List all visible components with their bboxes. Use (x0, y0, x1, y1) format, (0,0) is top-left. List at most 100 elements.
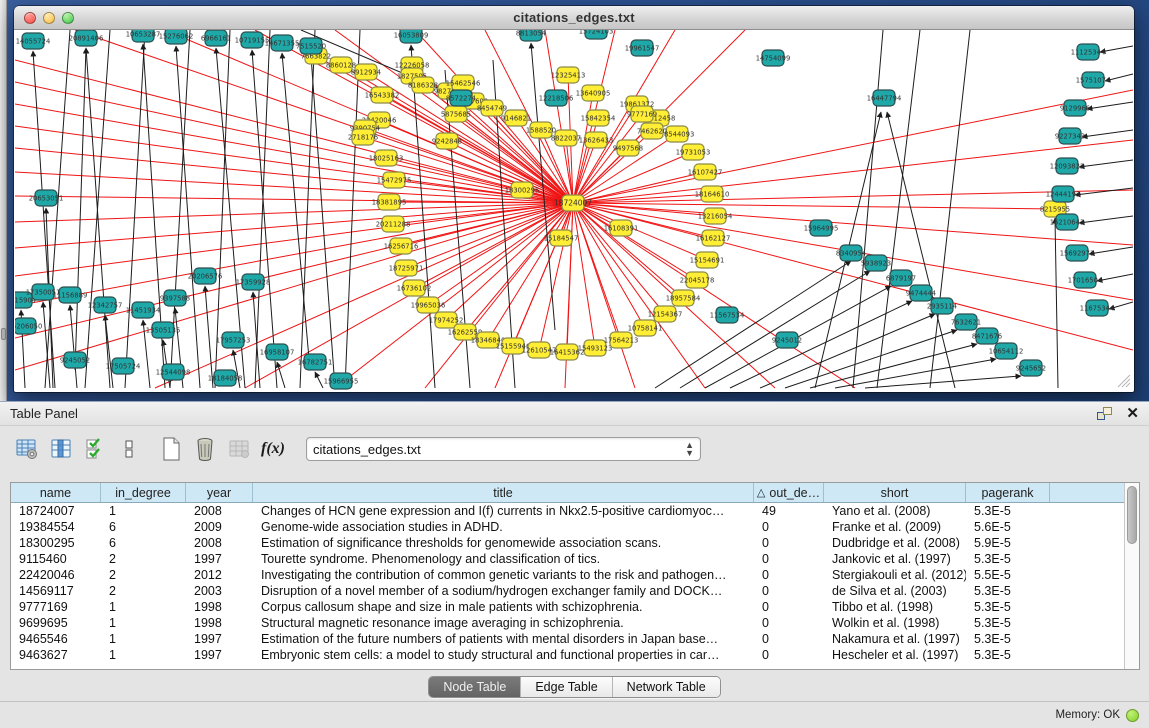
table-cell[interactable]: 9463627 (11, 647, 101, 663)
delete-table-icon[interactable] (224, 434, 254, 464)
table-cell[interactable]: 5.6E-5 (966, 519, 1050, 535)
select-all-icon[interactable] (80, 434, 110, 464)
table-cell[interactable]: 0 (754, 583, 824, 599)
vertical-scrollbar[interactable] (1124, 483, 1139, 669)
table-cell[interactable]: 1997 (186, 551, 253, 567)
column-header-year[interactable]: year (186, 483, 253, 502)
scrollbar-thumb[interactable] (1127, 486, 1137, 544)
tab-node-table[interactable]: Node Table (429, 677, 521, 697)
table-cell[interactable]: 5.3E-5 (966, 583, 1050, 599)
table-cell[interactable]: 2 (101, 567, 186, 583)
table-row[interactable]: 2242004622012Investigating the contribut… (11, 567, 1124, 583)
table-cell[interactable]: 6 (101, 535, 186, 551)
column-header-title[interactable]: title (253, 483, 754, 502)
table-row[interactable]: 1938455462009Genome-wide association stu… (11, 519, 1124, 535)
column-header-short[interactable]: short (824, 483, 966, 502)
table-cell[interactable]: 0 (754, 599, 824, 615)
resize-grip-icon[interactable] (1115, 372, 1131, 388)
table-cell[interactable]: 1998 (186, 599, 253, 615)
column-header-in_degree[interactable]: in_degree (101, 483, 186, 502)
tab-edge-table[interactable]: Edge Table (521, 677, 612, 697)
table-cell[interactable]: Estimation of significance thresholds fo… (253, 535, 754, 551)
table-cell[interactable]: 9699695 (11, 615, 101, 631)
table-cell[interactable]: 5.3E-5 (966, 647, 1050, 663)
table-cell[interactable]: 5.3E-5 (966, 615, 1050, 631)
table-cell[interactable]: Disruption of a novel member of a sodium… (253, 583, 754, 599)
function-builder-icon[interactable]: f(x) (258, 434, 288, 464)
table-cell[interactable]: 0 (754, 551, 824, 567)
table-cell[interactable]: 1 (101, 631, 186, 647)
table-cell[interactable]: 1998 (186, 615, 253, 631)
table-cell[interactable]: 1 (101, 615, 186, 631)
table-cell[interactable]: 0 (754, 535, 824, 551)
column-visibility-icon[interactable] (46, 434, 76, 464)
table-cell[interactable]: 2 (101, 551, 186, 567)
table-cell[interactable]: 2008 (186, 503, 253, 519)
table-cell[interactable]: Estimation of the future numbers of pati… (253, 631, 754, 647)
table-cell[interactable]: 2012 (186, 567, 253, 583)
table-cell[interactable]: Dudbridge et al. (2008) (824, 535, 966, 551)
table-cell[interactable]: Tibbo et al. (1998) (824, 599, 966, 615)
table-cell[interactable]: Corpus callosum shape and size in male p… (253, 599, 754, 615)
table-row[interactable]: 1872400712008Changes of HCN gene express… (11, 503, 1124, 519)
row-height-icon[interactable] (114, 434, 144, 464)
table-cell[interactable]: 5.3E-5 (966, 503, 1050, 519)
network-view-window[interactable]: citations_edges.txt 76638228860128891293… (14, 6, 1134, 392)
table-row[interactable]: 946362711997Embryonic stem cells: a mode… (11, 647, 1124, 663)
table-cell[interactable]: 2009 (186, 519, 253, 535)
network-canvas[interactable]: 7663822886012889129341222605818275051654… (15, 30, 1133, 390)
table-cell[interactable]: 1 (101, 647, 186, 663)
table-cell[interactable]: de Silva et al. (2003) (824, 583, 966, 599)
table-selector-dropdown[interactable]: citations_edges.txt ▲▼ (306, 437, 701, 461)
table-cell[interactable]: 2 (101, 583, 186, 599)
table-cell[interactable]: Nakamura et al. (1997) (824, 631, 966, 647)
table-cell[interactable]: 2003 (186, 583, 253, 599)
delete-column-icon[interactable] (190, 434, 220, 464)
table-cell[interactable]: 0 (754, 567, 824, 583)
node-table-grid[interactable]: namein_degreeyeartitle△out_de…shortpager… (11, 483, 1124, 669)
close-panel-icon[interactable]: ✕ (1126, 406, 1139, 421)
table-cell[interactable]: 0 (754, 631, 824, 647)
table-cell[interactable]: Investigating the contribution of common… (253, 567, 754, 583)
table-row[interactable]: 977716911998Corpus callosum shape and si… (11, 599, 1124, 615)
table-cell[interactable]: 5.9E-5 (966, 535, 1050, 551)
table-cell[interactable]: Stergiakouli et al. (2012) (824, 567, 966, 583)
table-cell[interactable]: Hescheler et al. (1997) (824, 647, 966, 663)
tab-network-table[interactable]: Network Table (613, 677, 720, 697)
table-cell[interactable]: Yano et al. (2008) (824, 503, 966, 519)
table-cell[interactable]: 19384554 (11, 519, 101, 535)
window-titlebar[interactable]: citations_edges.txt (14, 6, 1134, 30)
table-cell[interactable]: 49 (754, 503, 824, 519)
citation-network-graph[interactable]: 7663822886012889129341222605818275051654… (15, 30, 1133, 390)
float-panel-icon[interactable] (1097, 407, 1112, 420)
table-cell[interactable]: 1 (101, 599, 186, 615)
table-cell[interactable]: 1 (101, 503, 186, 519)
table-cell[interactable]: 5.5E-5 (966, 567, 1050, 583)
table-cell[interactable]: 2008 (186, 535, 253, 551)
table-cell[interactable]: 14569117 (11, 583, 101, 599)
table-cell[interactable]: 0 (754, 615, 824, 631)
table-row[interactable]: 1456911722003Disruption of a novel membe… (11, 583, 1124, 599)
table-cell[interactable]: 0 (754, 647, 824, 663)
table-cell[interactable]: Franke et al. (2009) (824, 519, 966, 535)
table-cell[interactable]: 5.3E-5 (966, 631, 1050, 647)
table-cell[interactable]: Tourette syndrome. Phenomenology and cla… (253, 551, 754, 567)
table-cell[interactable]: 9777169 (11, 599, 101, 615)
table-row[interactable]: 969969511998Structural magnetic resonanc… (11, 615, 1124, 631)
panel-collapse-handle[interactable] (1, 328, 6, 340)
table-cell[interactable]: 9115460 (11, 551, 101, 567)
table-cell[interactable]: 9465546 (11, 631, 101, 647)
table-cell[interactable]: Jankovic et al. (1997) (824, 551, 966, 567)
table-cell[interactable]: 1997 (186, 631, 253, 647)
table-cell[interactable]: Genome-wide association studies in ADHD. (253, 519, 754, 535)
table-cell[interactable]: Changes of HCN gene expression and I(f) … (253, 503, 754, 519)
table-cell[interactable]: Structural magnetic resonance image aver… (253, 615, 754, 631)
column-header-pagerank[interactable]: pagerank (966, 483, 1050, 502)
table-row[interactable]: 1830029562008Estimation of significance … (11, 535, 1124, 551)
table-settings-icon[interactable] (12, 434, 42, 464)
table-cell[interactable]: 18300295 (11, 535, 101, 551)
memory-status-icon[interactable] (1126, 709, 1139, 722)
table-row[interactable]: 946554611997Estimation of the future num… (11, 631, 1124, 647)
table-cell[interactable]: 22420046 (11, 567, 101, 583)
table-cell[interactable]: 18724007 (11, 503, 101, 519)
